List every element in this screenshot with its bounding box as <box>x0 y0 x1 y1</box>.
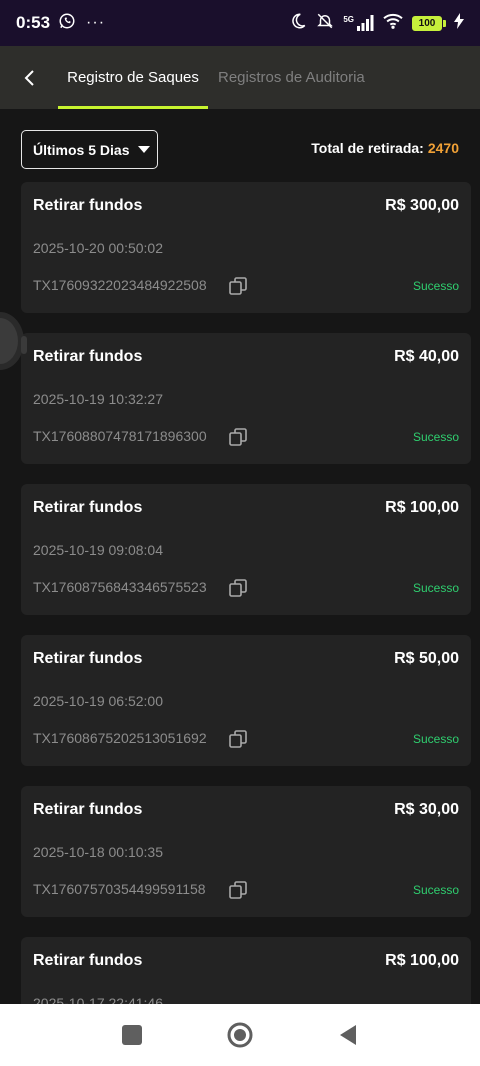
record-amount: R$ 100,00 <box>385 952 459 969</box>
whatsapp-icon <box>58 12 76 35</box>
record-amount: R$ 100,00 <box>385 499 459 516</box>
record-title: Retirar fundos <box>33 499 143 516</box>
moon-icon <box>289 12 307 35</box>
record-amount: R$ 40,00 <box>394 348 459 365</box>
chevron-left-icon <box>24 70 34 86</box>
record-status: Sucesso <box>412 732 459 746</box>
status-bar-left: 0:53 ··· <box>16 12 105 35</box>
withdrawal-list: Retirar fundos R$ 300,00 2025-10-20 00:5… <box>21 182 471 1066</box>
network-type: 5G <box>343 15 354 24</box>
tab-withdrawal-records[interactable]: Registro de Saques <box>58 46 208 109</box>
system-navigation-bar <box>0 1004 480 1066</box>
floating-edge-handle[interactable] <box>0 318 18 364</box>
record-amount: R$ 50,00 <box>394 650 459 667</box>
record-status: Sucesso <box>412 430 459 444</box>
withdrawal-card[interactable]: Retirar fundos R$ 40,00 2025-10-19 10:32… <box>21 333 471 464</box>
battery-icon: 100 <box>412 15 446 31</box>
mute-icon <box>315 12 335 35</box>
withdrawal-total: Total de retirada: 2470 <box>311 140 459 156</box>
back-triangle-icon[interactable] <box>336 1022 362 1048</box>
app-header: Registro de Saques Registros de Auditori… <box>0 46 480 109</box>
total-value: 2470 <box>427 140 459 156</box>
record-datetime: 2025-10-19 10:32:27 <box>33 391 163 407</box>
more-notifications-indicator: ··· <box>86 14 106 31</box>
record-status: Sucesso <box>412 279 459 293</box>
record-title: Retirar fundos <box>33 197 143 214</box>
withdrawal-card[interactable]: Retirar fundos R$ 50,00 2025-10-19 06:52… <box>21 635 471 766</box>
record-datetime: 2025-10-20 00:50:02 <box>33 240 163 256</box>
copy-icon[interactable] <box>229 579 247 597</box>
wifi-icon <box>382 12 404 35</box>
recents-square-icon[interactable] <box>119 1022 145 1048</box>
status-bar-right: 5G 100 <box>289 12 464 35</box>
record-transaction-id: TX17608675202513051692 <box>33 730 207 746</box>
screen: 0:53 ··· 5G 100 Registro de Saques Regis… <box>0 0 480 1066</box>
date-range-dropdown[interactable]: Últimos 5 Dias <box>21 130 158 169</box>
record-amount: R$ 30,00 <box>394 801 459 818</box>
edge-knob <box>21 336 27 354</box>
battery-level: 100 <box>412 15 442 31</box>
record-title: Retirar fundos <box>33 650 143 667</box>
record-title: Retirar fundos <box>33 801 143 818</box>
record-transaction-id: TX17608756843346575523 <box>33 579 207 595</box>
record-title: Retirar fundos <box>33 952 143 969</box>
record-status: Sucesso <box>412 883 459 897</box>
status-time: 0:53 <box>16 13 51 32</box>
total-label: Total de retirada: <box>311 140 424 156</box>
date-range-value: Últimos 5 Dias <box>33 141 130 158</box>
record-datetime: 2025-10-19 09:08:04 <box>33 542 163 558</box>
status-bar: 0:53 ··· 5G 100 <box>0 0 480 46</box>
record-transaction-id: TX17609322023484922508 <box>33 277 207 293</box>
record-datetime: 2025-10-19 06:52:00 <box>33 693 163 709</box>
copy-icon[interactable] <box>229 277 247 295</box>
signal-icon: 5G <box>343 15 374 31</box>
record-amount: R$ 300,00 <box>385 197 459 214</box>
withdrawal-card[interactable]: Retirar fundos R$ 300,00 2025-10-20 00:5… <box>21 182 471 313</box>
back-button[interactable] <box>16 64 44 92</box>
record-datetime: 2025-10-18 00:10:35 <box>33 844 163 860</box>
home-circle-icon[interactable] <box>227 1022 253 1048</box>
charging-icon <box>454 12 464 34</box>
copy-icon[interactable] <box>229 428 247 446</box>
record-status: Sucesso <box>412 581 459 595</box>
record-title: Retirar fundos <box>33 348 143 365</box>
withdrawal-card[interactable]: Retirar fundos R$ 30,00 2025-10-18 00:10… <box>21 786 471 917</box>
copy-icon[interactable] <box>229 881 247 899</box>
withdrawal-card[interactable]: Retirar fundos R$ 100,00 2025-10-19 09:0… <box>21 484 471 615</box>
caret-down-icon <box>138 146 151 153</box>
record-transaction-id: TX17607570354499591158 <box>33 881 206 897</box>
tab-audit-records[interactable]: Registros de Auditoria <box>218 46 365 109</box>
copy-icon[interactable] <box>229 730 247 748</box>
record-transaction-id: TX17608807478171896300 <box>33 428 207 444</box>
